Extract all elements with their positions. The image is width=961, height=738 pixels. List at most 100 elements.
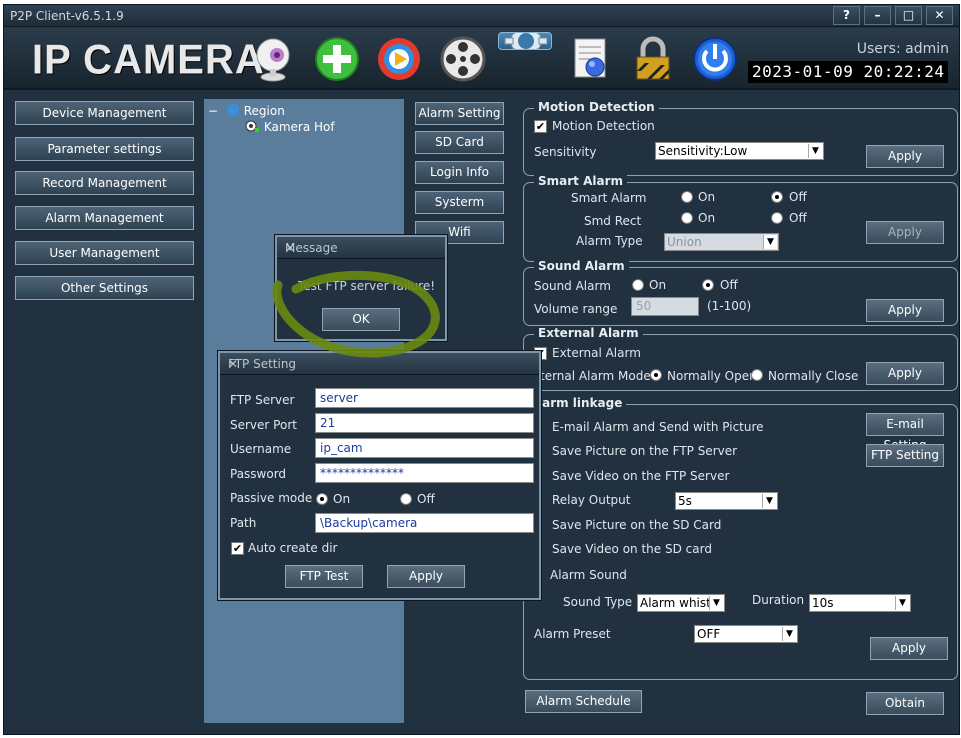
ftp-test-button[interactable]: FTP Test: [285, 565, 363, 588]
smd-rect-label: Smd Rect: [584, 214, 642, 228]
ftp-server-input[interactable]: server: [315, 388, 534, 408]
smd-rect-on-label: On: [698, 211, 716, 225]
window-title: P2P Client-v6.5.1.9: [10, 9, 124, 23]
nav-user-management[interactable]: User Management: [15, 241, 194, 265]
close-button[interactable]: ✕: [926, 6, 953, 25]
sound-on-radio[interactable]: [632, 279, 644, 291]
message-dialog: Message ✕ Test FTP server failure! OK: [275, 235, 447, 341]
passive-on-label: On: [333, 492, 351, 506]
tree-item-camera[interactable]: Kamera Hof: [244, 119, 335, 134]
motion-apply-button[interactable]: Apply: [866, 145, 944, 168]
sound-type-select[interactable]: Alarm whistle ▼: [637, 594, 725, 612]
alarm-preset-select[interactable]: OFF ▼: [694, 625, 798, 643]
sound-alarm-title: Sound Alarm: [534, 259, 629, 273]
playback-icon[interactable]: [372, 32, 426, 86]
ftp-password-label: Password: [230, 467, 287, 481]
alarm-schedule-button[interactable]: Alarm Schedule: [525, 690, 642, 713]
help-button[interactable]: ?: [833, 6, 860, 25]
email-setting-button[interactable]: E-mail Setting: [866, 413, 944, 452]
smd-rect-on-radio[interactable]: [681, 212, 693, 224]
current-user: Users: admin: [856, 41, 949, 57]
external-apply-button[interactable]: Apply: [866, 362, 944, 385]
globe-icon: [226, 104, 239, 116]
tree-expander[interactable]: −: [208, 104, 218, 118]
ftp-username-label: Username: [230, 442, 292, 456]
linkage-sd-picture-label[interactable]: Save Picture on the SD Card: [552, 518, 721, 532]
sound-off-radio[interactable]: [702, 279, 714, 291]
passive-on-radio[interactable]: [316, 493, 328, 505]
smart-apply-button[interactable]: Apply: [866, 221, 944, 244]
obtain-button[interactable]: Obtain: [866, 692, 944, 715]
sensitivity-label: Sensitivity: [534, 145, 597, 159]
normally-open-label: Normally Open: [667, 369, 757, 383]
linkage-ftp-video-label[interactable]: Save Video on the FTP Server: [552, 469, 729, 483]
smart-alarm-off-label: Off: [789, 190, 807, 204]
sound-off-label: Off: [720, 278, 738, 292]
volume-input[interactable]: 50: [631, 297, 699, 316]
linkage-sd-video-label[interactable]: Save Video on the SD card: [552, 542, 712, 556]
nav-device-management[interactable]: Device Management: [15, 101, 194, 125]
tab-alarm-setting[interactable]: Alarm Setting: [415, 102, 504, 125]
linkage-relay-label[interactable]: Relay Output: [552, 493, 630, 507]
message-dialog-close-icon[interactable]: ✕: [285, 241, 433, 255]
linkage-email-label[interactable]: E-mail Alarm and Send with Picture: [552, 420, 764, 434]
webcam-icon[interactable]: [246, 32, 300, 86]
alarm-type-select[interactable]: Union ▼: [664, 233, 779, 251]
external-alarm-mode-label: ternal Alarm Mode: [540, 369, 651, 383]
reel-icon[interactable]: [436, 32, 490, 86]
add-device-icon[interactable]: [310, 32, 364, 86]
ftp-setting-button[interactable]: FTP Setting: [866, 444, 944, 467]
ftp-port-input[interactable]: 21: [315, 413, 534, 433]
passive-off-radio[interactable]: [400, 493, 412, 505]
motion-detection-label: Motion Detection: [552, 119, 655, 133]
message-dialog-titlebar: Message ✕: [277, 237, 445, 259]
chevron-down-icon: ▼: [782, 627, 796, 641]
app-window: P2P Client-v6.5.1.9 ? – □ ✕ IP CAMERA Us…: [3, 4, 960, 735]
log-report-icon[interactable]: [564, 32, 618, 86]
normally-open-radio[interactable]: [650, 369, 662, 381]
alarm-preset-value: OFF: [697, 627, 721, 641]
tab-login-info[interactable]: Login Info: [415, 161, 504, 184]
sound-apply-button[interactable]: Apply: [866, 299, 944, 322]
settings-gear-icon[interactable]: [498, 32, 552, 50]
ftp-password-input[interactable]: **************: [315, 463, 534, 483]
chevron-down-icon: ▼: [709, 596, 723, 610]
linkage-apply-button[interactable]: Apply: [870, 637, 948, 660]
normally-close-radio[interactable]: [751, 369, 763, 381]
ftp-username-input[interactable]: ip_cam: [315, 438, 534, 458]
alarm-type-label: Alarm Type: [576, 234, 643, 248]
linkage-alarm-sound-label[interactable]: Alarm Sound: [550, 568, 627, 582]
relay-output-select[interactable]: 5s ▼: [675, 492, 778, 510]
sensitivity-select[interactable]: Sensitivity:Low ▼: [655, 142, 824, 160]
ftp-server-label: FTP Server: [230, 393, 295, 407]
message-ok-button[interactable]: OK: [322, 308, 400, 331]
tree-root[interactable]: − Region: [208, 103, 285, 118]
camera-icon: [245, 120, 259, 132]
maximize-button[interactable]: □: [895, 6, 922, 25]
alarm-type-value: Union: [667, 235, 702, 249]
motion-detection-checkbox[interactable]: ✔: [534, 120, 547, 133]
ftp-path-input[interactable]: \Backup\camera: [315, 513, 534, 533]
auto-create-dir-checkbox[interactable]: ✔: [231, 542, 244, 555]
power-icon[interactable]: [688, 32, 742, 86]
ftp-apply-button[interactable]: Apply: [387, 565, 465, 588]
smart-alarm-on-radio[interactable]: [681, 191, 693, 203]
minimize-button[interactable]: –: [864, 6, 891, 25]
nav-record-management[interactable]: Record Management: [15, 171, 194, 195]
smart-alarm-off-radio[interactable]: [771, 191, 783, 203]
nav-alarm-management[interactable]: Alarm Management: [15, 206, 194, 230]
tab-systerm[interactable]: Systerm: [415, 191, 504, 214]
title-bar: P2P Client-v6.5.1.9 ? – □ ✕: [4, 5, 959, 27]
tab-sd-card[interactable]: SD Card: [415, 131, 504, 154]
nav-parameter-settings[interactable]: Parameter settings: [15, 137, 194, 161]
ftp-dialog-close-icon[interactable]: ✕: [228, 357, 533, 371]
smd-rect-off-radio[interactable]: [771, 212, 783, 224]
ftp-path-label: Path: [230, 516, 257, 530]
duration-select[interactable]: 10s ▼: [809, 594, 911, 612]
relay-output-value: 5s: [678, 494, 692, 508]
linkage-ftp-picture-label[interactable]: Save Picture on the FTP Server: [552, 444, 737, 458]
lock-icon[interactable]: [626, 32, 680, 86]
nav-other-settings[interactable]: Other Settings: [15, 276, 194, 300]
chevron-down-icon: ▼: [762, 494, 776, 508]
duration-label: Duration: [752, 593, 805, 607]
